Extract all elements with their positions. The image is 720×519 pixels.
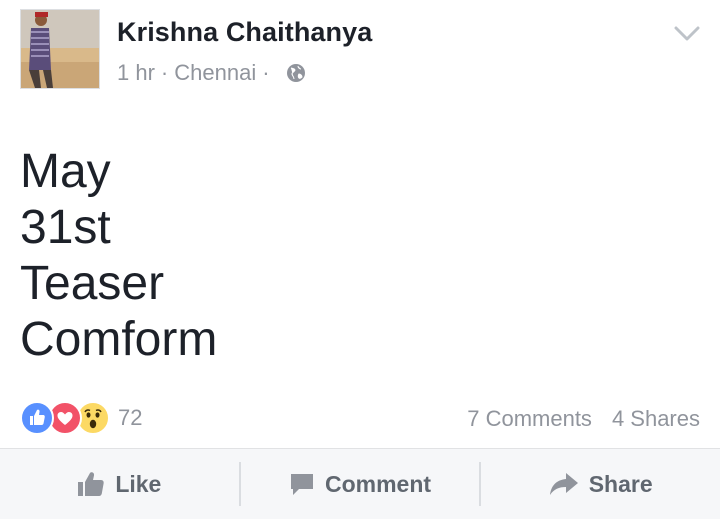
post-text-line: 31st (20, 201, 111, 254)
reactions-summary[interactable]: 72 (20, 401, 142, 435)
meta-separator: · (160, 60, 169, 85)
share-button[interactable]: Share (481, 449, 720, 519)
post-meta: 1 hr · Chennai · (117, 60, 306, 86)
chevron-down-icon[interactable] (674, 26, 700, 42)
comment-icon (290, 474, 313, 495)
globe-icon (286, 64, 305, 82)
thumbs-up-icon (78, 472, 104, 496)
profile-photo (21, 10, 99, 88)
reaction-count: 72 (118, 405, 143, 430)
share-arrow-icon (549, 473, 578, 495)
share-button-label: Share (588, 470, 653, 497)
meta-separator: · (262, 60, 270, 85)
avatar[interactable] (20, 9, 100, 89)
post-location[interactable]: Chennai (174, 60, 256, 86)
shares-count-link[interactable]: 4 Shares (612, 406, 700, 432)
post-stats: 7 Comments 4 Shares (467, 406, 700, 432)
like-button-label: Like (115, 470, 162, 497)
comments-count-link[interactable]: 7 Comments (467, 406, 592, 432)
like-button[interactable]: Like (0, 449, 239, 519)
post-time[interactable]: 1 hr (117, 60, 155, 86)
facebook-post: Krishna Chaithanya 1 hr · Chennai · May … (0, 0, 720, 519)
comment-button[interactable]: Comment (241, 449, 480, 519)
comment-button-label: Comment (324, 470, 432, 497)
post-text-line: Teaser (20, 257, 165, 310)
author-name[interactable]: Krishna Chaithanya (117, 17, 372, 48)
like-reaction-icon (20, 401, 54, 435)
action-bar: Like Comment Share (0, 448, 720, 519)
post-text-line: May (20, 145, 111, 198)
post-text-line: Comform (20, 313, 218, 366)
post-text: May 31st Teaser Comform (20, 144, 217, 368)
